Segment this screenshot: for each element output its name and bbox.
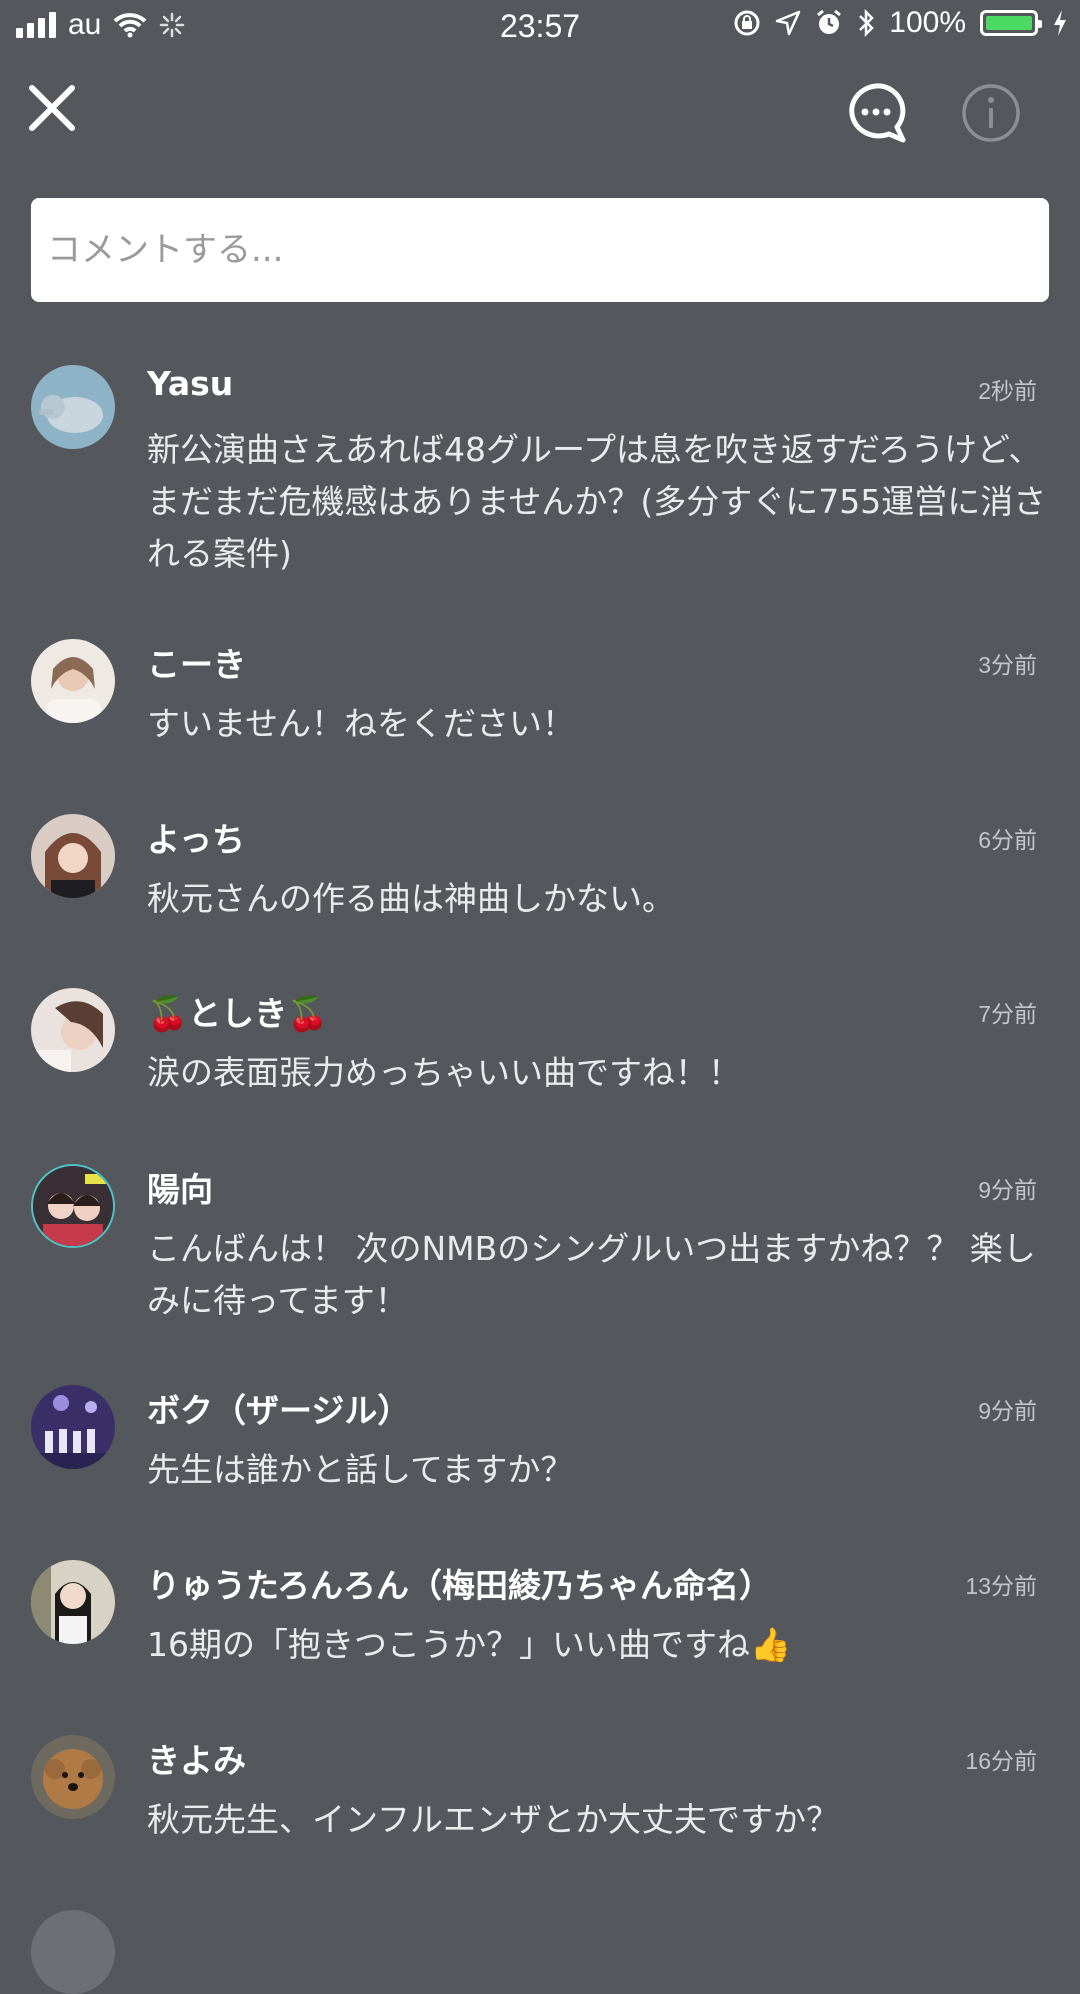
avatar[interactable] <box>31 814 115 898</box>
status-bar: au 23:57 100% <box>0 0 1080 54</box>
rotation-lock-icon <box>734 10 760 36</box>
comment-author: こーき <box>147 645 246 684</box>
comment-text: 新公演曲さえあれば48グループは息を吹き返すだろうけど、まだまだ危機感はありませ… <box>147 430 1047 573</box>
comment-timestamp: 16分前 <box>965 1748 1037 1774</box>
comment-author: Yasu <box>147 364 234 403</box>
comment-timestamp: 9分前 <box>978 1398 1037 1424</box>
comment-text: 秋元さんの作る曲は神曲しかない。 <box>147 879 675 918</box>
comment-author: 🍒としき🍒 <box>147 994 329 1033</box>
bluetooth-icon <box>859 8 875 38</box>
comment-text: 先生は誰かと話してますか？ <box>147 1450 574 1489</box>
comment-text: すいません！ねをください！ <box>147 704 576 743</box>
avatar[interactable] <box>31 1385 115 1469</box>
comment-text: 涙の表面張力めっちゃいい曲ですね！！ <box>147 1053 741 1092</box>
avatar[interactable] <box>31 1164 115 1248</box>
comment-text: 16期の「抱きつこうか？」いい曲ですね👍 <box>147 1625 792 1664</box>
avatar[interactable] <box>31 988 115 1072</box>
avatar[interactable] <box>31 1910 115 1994</box>
avatar[interactable] <box>31 639 115 723</box>
close-icon[interactable] <box>26 82 78 134</box>
comment-timestamp: 13分前 <box>965 1573 1037 1599</box>
avatar[interactable] <box>31 1560 115 1644</box>
comment-author: ボク（ザージル） <box>147 1391 411 1430</box>
charging-bolt-icon <box>1054 10 1066 36</box>
comment-timestamp: 6分前 <box>978 827 1037 853</box>
comment-author: よっち <box>147 820 246 859</box>
comment-text: こんばんは！ 次のNMBのシングルいつ出ますかね？？ 楽しみに待ってます！ <box>147 1229 1036 1320</box>
battery-icon <box>980 10 1042 36</box>
info-icon[interactable] <box>960 82 1022 144</box>
comment-author: きよみ <box>147 1741 246 1780</box>
avatar[interactable] <box>31 1735 115 1819</box>
battery-percentage: 100% <box>889 6 966 39</box>
comment-text: 秋元先生、インフルエンザとか大丈夫ですか？ <box>147 1800 840 1839</box>
avatar[interactable] <box>31 365 115 449</box>
comment-input[interactable] <box>31 198 1049 302</box>
comment-timestamp: 7分前 <box>978 1001 1037 1027</box>
comment-timestamp: 9分前 <box>978 1177 1037 1203</box>
comment-author: りゅうたろんろん（梅田綾乃ちゃん命名） <box>147 1566 773 1605</box>
status-right: 100% <box>733 6 1068 40</box>
chat-bubble-icon[interactable] <box>845 82 907 144</box>
comment-author: 陽向 <box>147 1170 213 1209</box>
alarm-icon <box>817 9 842 34</box>
location-icon <box>776 10 801 36</box>
comment-timestamp: 2秒前 <box>978 378 1037 404</box>
comment-timestamp: 3分前 <box>978 652 1037 678</box>
